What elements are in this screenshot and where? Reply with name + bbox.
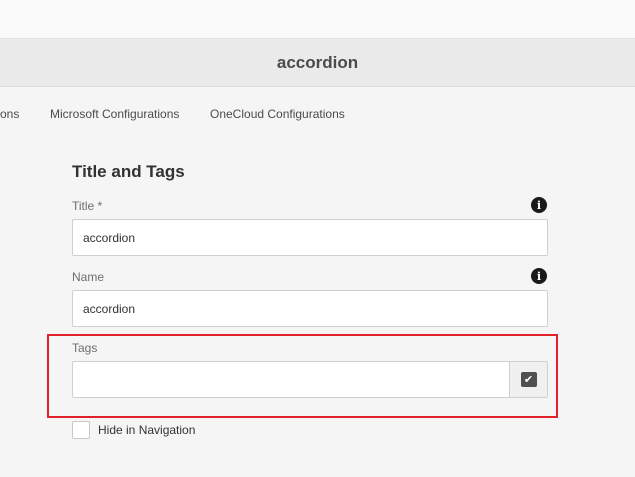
name-field-label: Name: [72, 270, 105, 284]
info-icon[interactable]: i: [531, 197, 547, 213]
hide-in-navigation-label: Hide in Navigation: [98, 423, 196, 437]
info-icon[interactable]: i: [531, 268, 547, 284]
page-title: accordion: [276, 52, 359, 72]
top-toolbar: [0, 0, 635, 39]
tab-onecloud-configurations[interactable]: OneCloud Configurations: [210, 107, 345, 121]
name-input[interactable]: [72, 290, 548, 327]
tags-input[interactable]: [72, 361, 509, 398]
hide-in-navigation-checkbox[interactable]: [72, 421, 90, 439]
tab-bar: ons Microsoft Configurations OneCloud Co…: [0, 88, 635, 138]
section-title: Title and Tags: [72, 162, 185, 181]
title-field-label: Title *: [72, 199, 103, 213]
title-input[interactable]: [72, 219, 548, 256]
tab-microsoft-configurations[interactable]: Microsoft Configurations: [50, 107, 179, 121]
tab-partial-configurations[interactable]: ons: [0, 107, 19, 121]
page-header: accordion: [0, 39, 635, 87]
checkmark-icon: ✔: [520, 372, 537, 387]
tags-picker-button[interactable]: ✔: [509, 361, 548, 398]
tags-field-label: Tags: [72, 341, 98, 355]
